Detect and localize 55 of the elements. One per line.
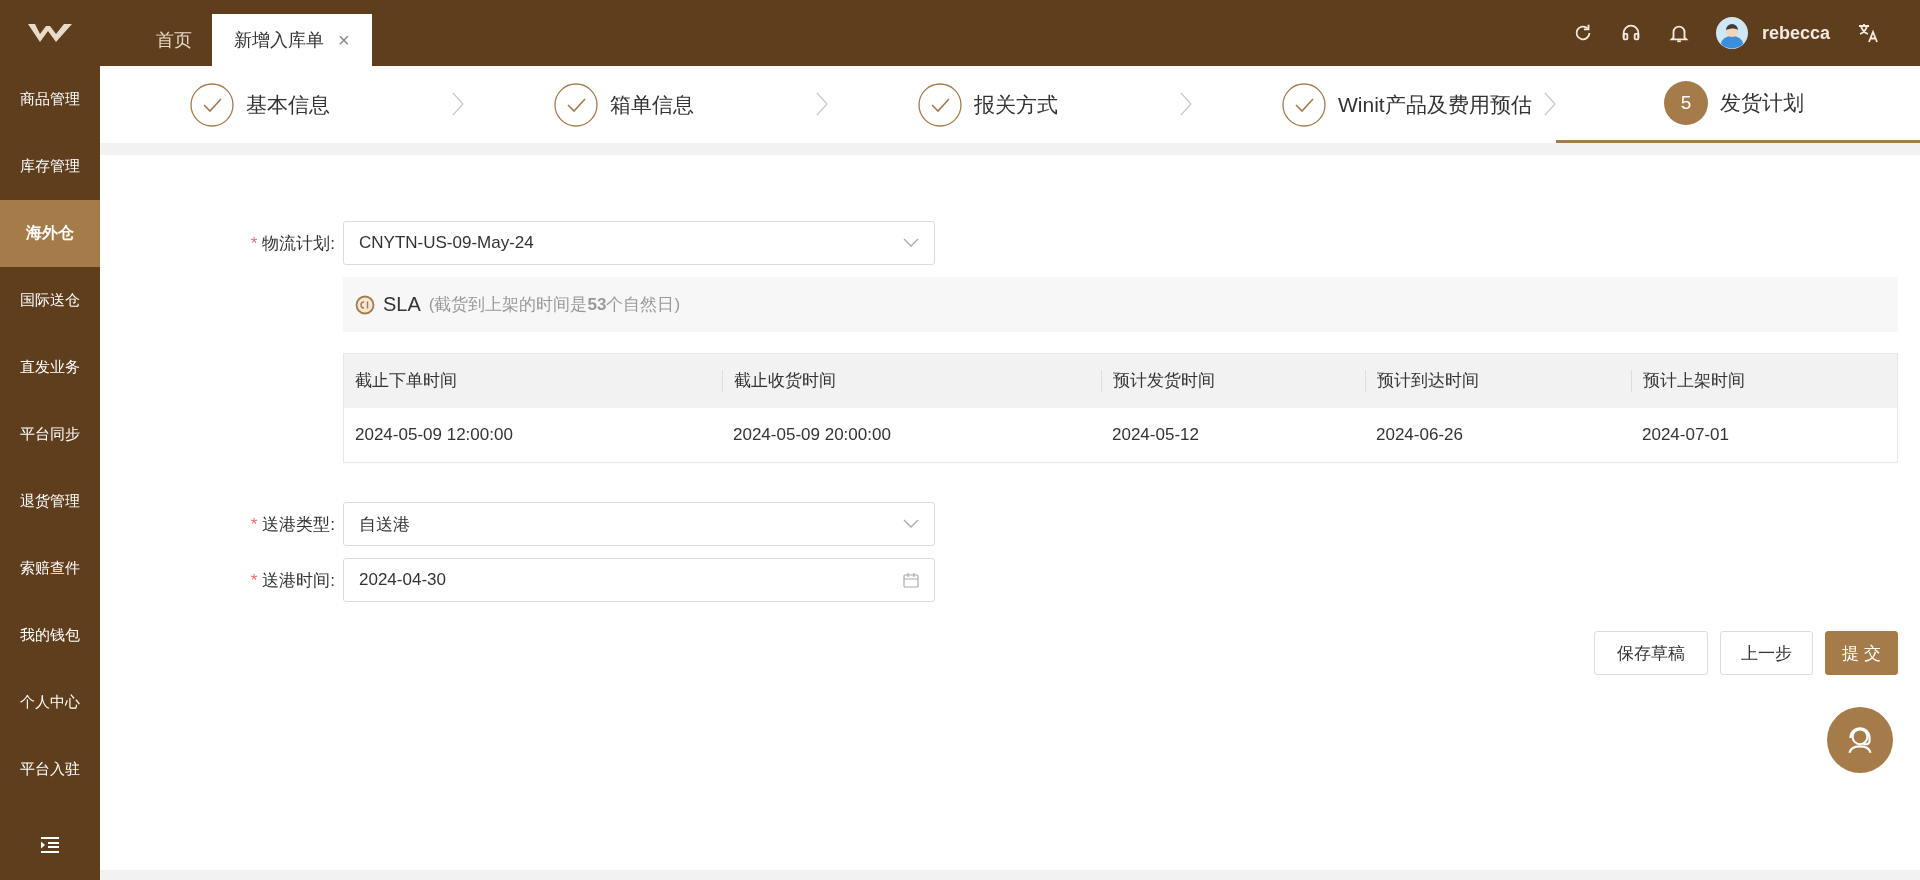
column-header: 预计到达时间 — [1365, 370, 1631, 392]
check-circle-icon — [554, 82, 598, 127]
chevron-right-icon — [452, 92, 464, 116]
coin-icon — [355, 294, 375, 315]
collapse-menu-icon[interactable] — [40, 836, 60, 854]
chevron-down-icon — [903, 238, 919, 248]
check-circle-icon — [190, 82, 234, 127]
sidebar-item[interactable]: 我的钱包 — [0, 602, 100, 669]
step-tab[interactable]: 5 发货计划 — [1556, 66, 1920, 143]
column-header: 截止收货时间 — [722, 370, 1101, 392]
table-cell-text: 2024-05-12 — [1111, 424, 1200, 446]
column-header: 预计发货时间 — [1101, 370, 1365, 392]
sla-note: (截货到上架的时间是53个自然日) — [428, 294, 681, 316]
check-circle-icon — [1282, 82, 1326, 127]
sidebar-item[interactable]: 海外仓 — [0, 200, 100, 267]
action-button[interactable]: 上一步 — [1720, 631, 1814, 675]
calendar-icon — [903, 572, 919, 588]
avatar[interactable] — [1715, 17, 1748, 49]
submit-button[interactable]: 提 交 — [1825, 631, 1898, 675]
field-label: * 送港类型: — [249, 513, 336, 536]
chevron-down-icon — [903, 519, 919, 529]
select-field[interactable]: 自送港 — [343, 502, 935, 546]
chevron-right-icon — [816, 92, 828, 116]
sidebar-item[interactable]: 平台入驻 — [0, 736, 100, 803]
step-tab[interactable]: 报关方式 — [828, 66, 1192, 143]
page-tab[interactable]: 首页 — [136, 14, 212, 66]
user-name[interactable]: rebecca — [1761, 22, 1830, 44]
chevron-right-icon — [1544, 92, 1556, 116]
column-header: 预计上架时间 — [1631, 370, 1897, 392]
translate-icon[interactable] — [1856, 21, 1880, 45]
step-tab[interactable]: 箱单信息 — [464, 66, 828, 143]
sla-title: SLA — [383, 293, 421, 316]
action-button[interactable]: 保存草稿 — [1594, 631, 1709, 675]
sidebar-item[interactable]: 直发业务 — [0, 334, 100, 401]
table-cell-text: 2024-05-09 20:00:00 — [732, 424, 892, 446]
select-field[interactable]: CNYTN-US-09-May-24 — [343, 221, 935, 265]
table-cell-text: 2024-05-09 12:00:00 — [354, 424, 514, 446]
sidebar-item[interactable]: 平台同步 — [0, 401, 100, 468]
sidebar-item[interactable]: 索赔查件 — [0, 535, 100, 602]
check-circle-icon — [918, 82, 962, 127]
sidebar-item[interactable]: 退货管理 — [0, 468, 100, 535]
sidebar-item[interactable]: 国际送仓 — [0, 267, 100, 334]
step-tab[interactable]: 基本信息 — [100, 66, 464, 143]
sidebar-item[interactable]: 库存管理 — [0, 133, 100, 200]
date-field[interactable]: 2024-04-30 — [343, 558, 935, 602]
chevron-right-icon — [1180, 92, 1192, 116]
table-cell-text: 2024-07-01 — [1641, 424, 1730, 446]
field-label: * 物流计划: — [249, 232, 336, 255]
field-label: * 送港时间: — [249, 569, 336, 592]
step-tab[interactable]: Winit产品及费用预估 — [1192, 66, 1556, 143]
sidebar-item[interactable]: 个人中心 — [0, 669, 100, 736]
table-cell-text: 2024-06-26 — [1375, 424, 1464, 446]
sidebar-item[interactable]: 商品管理 — [0, 66, 100, 133]
page-tab[interactable]: 新增入库单 × — [212, 14, 372, 66]
column-header: 截止下单时间 — [354, 370, 458, 392]
